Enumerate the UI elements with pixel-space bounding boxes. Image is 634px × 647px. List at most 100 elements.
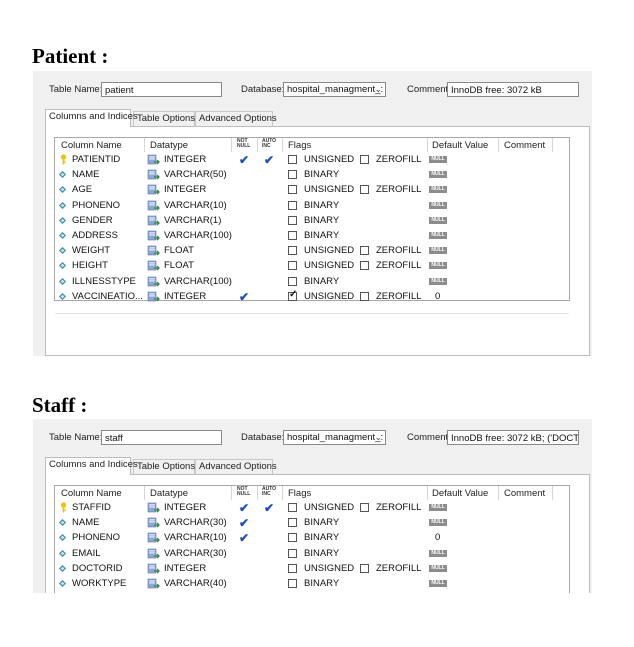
flag-binary-checkbox[interactable] [288,518,297,528]
flag-binary-checkbox[interactable] [288,276,297,286]
flag-binary-checkbox[interactable] [288,579,297,588]
flag-binary-checkbox[interactable] [288,231,297,240]
column-name-cell[interactable]: PHONENO [72,200,120,211]
flag-binary-checkbox[interactable] [288,200,297,210]
datatype-cell[interactable]: VARCHAR(100) [164,276,232,287]
column-name-cell[interactable]: STAFFID [72,502,111,513]
flag-binary-checkbox[interactable] [288,533,297,543]
flag-unsigned-checkbox[interactable] [288,155,297,164]
column-name-cell[interactable]: WEIGHT [72,245,110,256]
flag-unsigned-checkbox[interactable] [288,185,297,195]
comment-input[interactable]: InnoDB free: 3072 kB; ('DOCTOF [447,430,579,445]
not-null-check-icon[interactable]: ✔ [239,531,249,545]
flag-binary-checkbox[interactable] [288,170,297,180]
table-row[interactable]: ILLNESSTYPE VARCHAR(100) BINARY NULL [55,275,569,290]
column-name-cell[interactable]: PATIENTID [72,154,120,165]
default-null-badge[interactable]: NULL [429,216,447,224]
default-null-badge[interactable]: NULL [429,232,447,239]
database-select[interactable]: hospital_managment_: ⌄ [283,82,386,97]
table-row[interactable]: WEIGHT FLOAT UNSIGNED ZEROFILL NULL [55,244,569,259]
not-null-check-icon[interactable]: ✔ [239,501,249,515]
tab-columns-and-indices[interactable]: Columns and Indices [45,457,138,475]
column-name-cell[interactable]: WORKTYPE [72,578,126,589]
tab-table-options[interactable]: Table Options [133,459,195,474]
flag-binary-checkbox[interactable] [288,215,297,225]
default-value-cell[interactable]: 0 [435,532,440,543]
default-null-badge[interactable]: NULL [429,564,447,572]
table-row[interactable]: ADDRESS VARCHAR(100) BINARY NULL [55,229,569,244]
column-name-cell[interactable]: PHONENO [72,532,120,543]
default-null-badge[interactable]: NULL [429,277,447,285]
flag-zerofill-checkbox[interactable] [360,261,369,271]
not-null-check-icon[interactable]: ✔ [239,153,249,167]
datatype-cell[interactable]: VARCHAR(100) [164,230,232,241]
datatype-cell[interactable]: VARCHAR(40) [164,578,227,589]
datatype-cell[interactable]: INTEGER [164,502,206,513]
default-null-badge[interactable]: NULL [429,156,447,163]
not-null-check-icon[interactable]: ✔ [239,290,249,304]
flag-unsigned-checkbox[interactable] [288,261,297,271]
table-row[interactable]: GENDER VARCHAR(1) BINARY NULL [55,214,569,229]
default-null-badge[interactable]: NULL [429,186,447,194]
database-select[interactable]: hospital_managment_: ⌄ [283,430,386,445]
datatype-cell[interactable]: INTEGER [164,184,206,195]
table-row[interactable]: HEIGHT FLOAT UNSIGNED ZEROFILL NULL [55,259,569,274]
auto-inc-check-icon[interactable]: ✔ [264,501,274,515]
flag-zerofill-checkbox[interactable] [360,246,369,256]
flag-unsigned-checkbox[interactable] [288,563,297,573]
table-row[interactable]: STAFFID INTEGER ✔ ✔ UNSIGNED ZEROFILL NULL [55,501,569,516]
default-null-badge[interactable]: NULL [429,247,447,255]
table-row[interactable]: PHONENO VARCHAR(10) BINARY NULL [55,199,569,214]
tab-columns-and-indices[interactable]: Columns and Indices [45,109,138,127]
datatype-cell[interactable]: INTEGER [164,291,206,302]
flag-unsigned-checkbox[interactable] [288,503,297,512]
table-row[interactable]: AGE INTEGER UNSIGNED ZEROFILL NULL [55,183,569,198]
column-name-cell[interactable]: HEIGHT [72,260,108,271]
datatype-cell[interactable]: INTEGER [164,563,206,574]
table-row[interactable]: PATIENTID INTEGER ✔ ✔ UNSIGNED ZEROFILL NULL [55,153,569,168]
not-null-check-icon[interactable]: ✔ [239,516,249,530]
default-null-badge[interactable]: NULL [429,580,447,587]
column-name-cell[interactable]: NAME [72,517,99,528]
default-value-cell[interactable]: 0 [435,291,440,302]
table-name-input[interactable]: staff [101,430,222,445]
staff-columns-grid[interactable]: Column Name Datatype NOT NULL AUTO INC F… [54,485,570,593]
table-row[interactable]: WORKTYPE VARCHAR(40) BINARY NULL [55,577,569,592]
datatype-cell[interactable]: INTEGER [164,154,206,165]
datatype-cell[interactable]: VARCHAR(50) [164,169,227,180]
column-name-cell[interactable]: ILLNESSTYPE [72,276,136,287]
column-name-cell[interactable]: NAME [72,169,99,180]
datatype-cell[interactable]: VARCHAR(30) [164,548,227,559]
flag-zerofill-checkbox[interactable] [360,291,369,301]
datatype-cell[interactable]: VARCHAR(10) [164,532,227,543]
default-null-badge[interactable]: NULL [429,504,447,511]
flag-zerofill-checkbox[interactable] [360,155,369,164]
default-null-badge[interactable]: NULL [429,549,447,557]
column-name-cell[interactable]: AGE [72,184,92,195]
table-row[interactable]: EMAIL VARCHAR(30) BINARY NULL [55,547,569,562]
datatype-cell[interactable]: VARCHAR(1) [164,215,221,226]
flag-zerofill-checkbox[interactable] [360,503,369,512]
table-name-input[interactable]: patient [101,82,222,97]
column-name-cell[interactable]: ADDRESS [72,230,118,241]
flag-zerofill-checkbox[interactable] [360,563,369,573]
datatype-cell[interactable]: FLOAT [164,245,194,256]
default-null-badge[interactable]: NULL [429,201,447,209]
flag-unsigned-checkbox[interactable] [288,246,297,256]
flag-binary-checkbox[interactable] [288,548,297,558]
default-null-badge[interactable]: NULL [429,171,447,179]
comment-input[interactable]: InnoDB free: 3072 kB [447,82,579,97]
datatype-cell[interactable]: FLOAT [164,260,194,271]
tab-advanced-options[interactable]: Advanced Options [195,459,277,474]
column-name-cell[interactable]: EMAIL [72,548,101,559]
default-null-badge[interactable]: NULL [429,262,447,270]
column-name-cell[interactable]: DOCTORID [72,563,123,574]
tab-advanced-options[interactable]: Advanced Options [195,111,277,126]
table-row[interactable]: PHONENO VARCHAR(10) ✔ BINARY 0 [55,531,569,546]
table-row[interactable]: NAME VARCHAR(30) ✔ BINARY NULL [55,516,569,531]
table-row[interactable]: VACCINEATIO... INTEGER ✔ ✓ UNSIGNED ZEROFILL 0 [55,289,569,305]
flag-zerofill-checkbox[interactable] [360,185,369,195]
patient-columns-grid[interactable]: Column Name Datatype NOT NULL AUTO INC F… [54,137,570,314]
table-row[interactable]: DOCTORID INTEGER UNSIGNED ZEROFILL NULL [55,562,569,577]
column-name-cell[interactable]: VACCINEATIO... [72,291,143,302]
